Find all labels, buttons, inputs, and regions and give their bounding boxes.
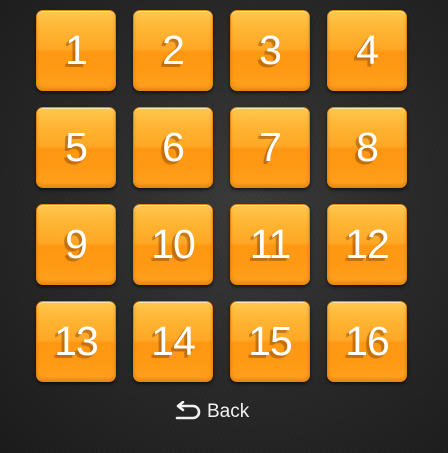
level-number: 13 bbox=[54, 318, 99, 364]
level-button-14[interactable]: 14 bbox=[133, 301, 213, 382]
back-arrow-icon bbox=[175, 401, 201, 420]
level-number: 14 bbox=[151, 318, 196, 364]
level-button-15[interactable]: 15 bbox=[230, 301, 310, 382]
back-label: Back bbox=[207, 401, 250, 422]
level-button-4[interactable]: 4 bbox=[327, 10, 407, 91]
level-number: 3 bbox=[259, 27, 282, 73]
back-button[interactable]: Back bbox=[171, 399, 249, 425]
level-button-8[interactable]: 8 bbox=[327, 107, 407, 188]
level-number: 10 bbox=[151, 221, 196, 267]
level-button-12[interactable]: 12 bbox=[327, 204, 407, 285]
level-button-16[interactable]: 16 bbox=[327, 301, 407, 382]
level-number: 2 bbox=[162, 27, 185, 73]
level-number: 4 bbox=[356, 27, 379, 73]
level-button-3[interactable]: 3 bbox=[230, 10, 310, 91]
level-number: 9 bbox=[65, 221, 88, 267]
level-number: 5 bbox=[65, 124, 88, 170]
level-button-10[interactable]: 10 bbox=[133, 204, 213, 285]
level-button-1[interactable]: 1 bbox=[36, 10, 116, 91]
level-button-2[interactable]: 2 bbox=[133, 10, 213, 91]
level-grid: 1 2 3 4 5 6 7 8 9 10 11 12 13 14 15 16 bbox=[36, 10, 410, 385]
level-button-5[interactable]: 5 bbox=[36, 107, 116, 188]
level-number: 16 bbox=[345, 318, 390, 364]
level-number: 1 bbox=[65, 27, 88, 73]
level-number: 11 bbox=[249, 221, 292, 267]
level-number: 7 bbox=[259, 124, 282, 170]
level-number: 15 bbox=[248, 318, 293, 364]
level-button-13[interactable]: 13 bbox=[36, 301, 116, 382]
level-button-9[interactable]: 9 bbox=[36, 204, 116, 285]
level-button-11[interactable]: 11 bbox=[230, 204, 310, 285]
level-number: 12 bbox=[345, 221, 390, 267]
level-number: 8 bbox=[356, 124, 379, 170]
level-number: 6 bbox=[162, 124, 185, 170]
level-button-7[interactable]: 7 bbox=[230, 107, 310, 188]
level-button-6[interactable]: 6 bbox=[133, 107, 213, 188]
